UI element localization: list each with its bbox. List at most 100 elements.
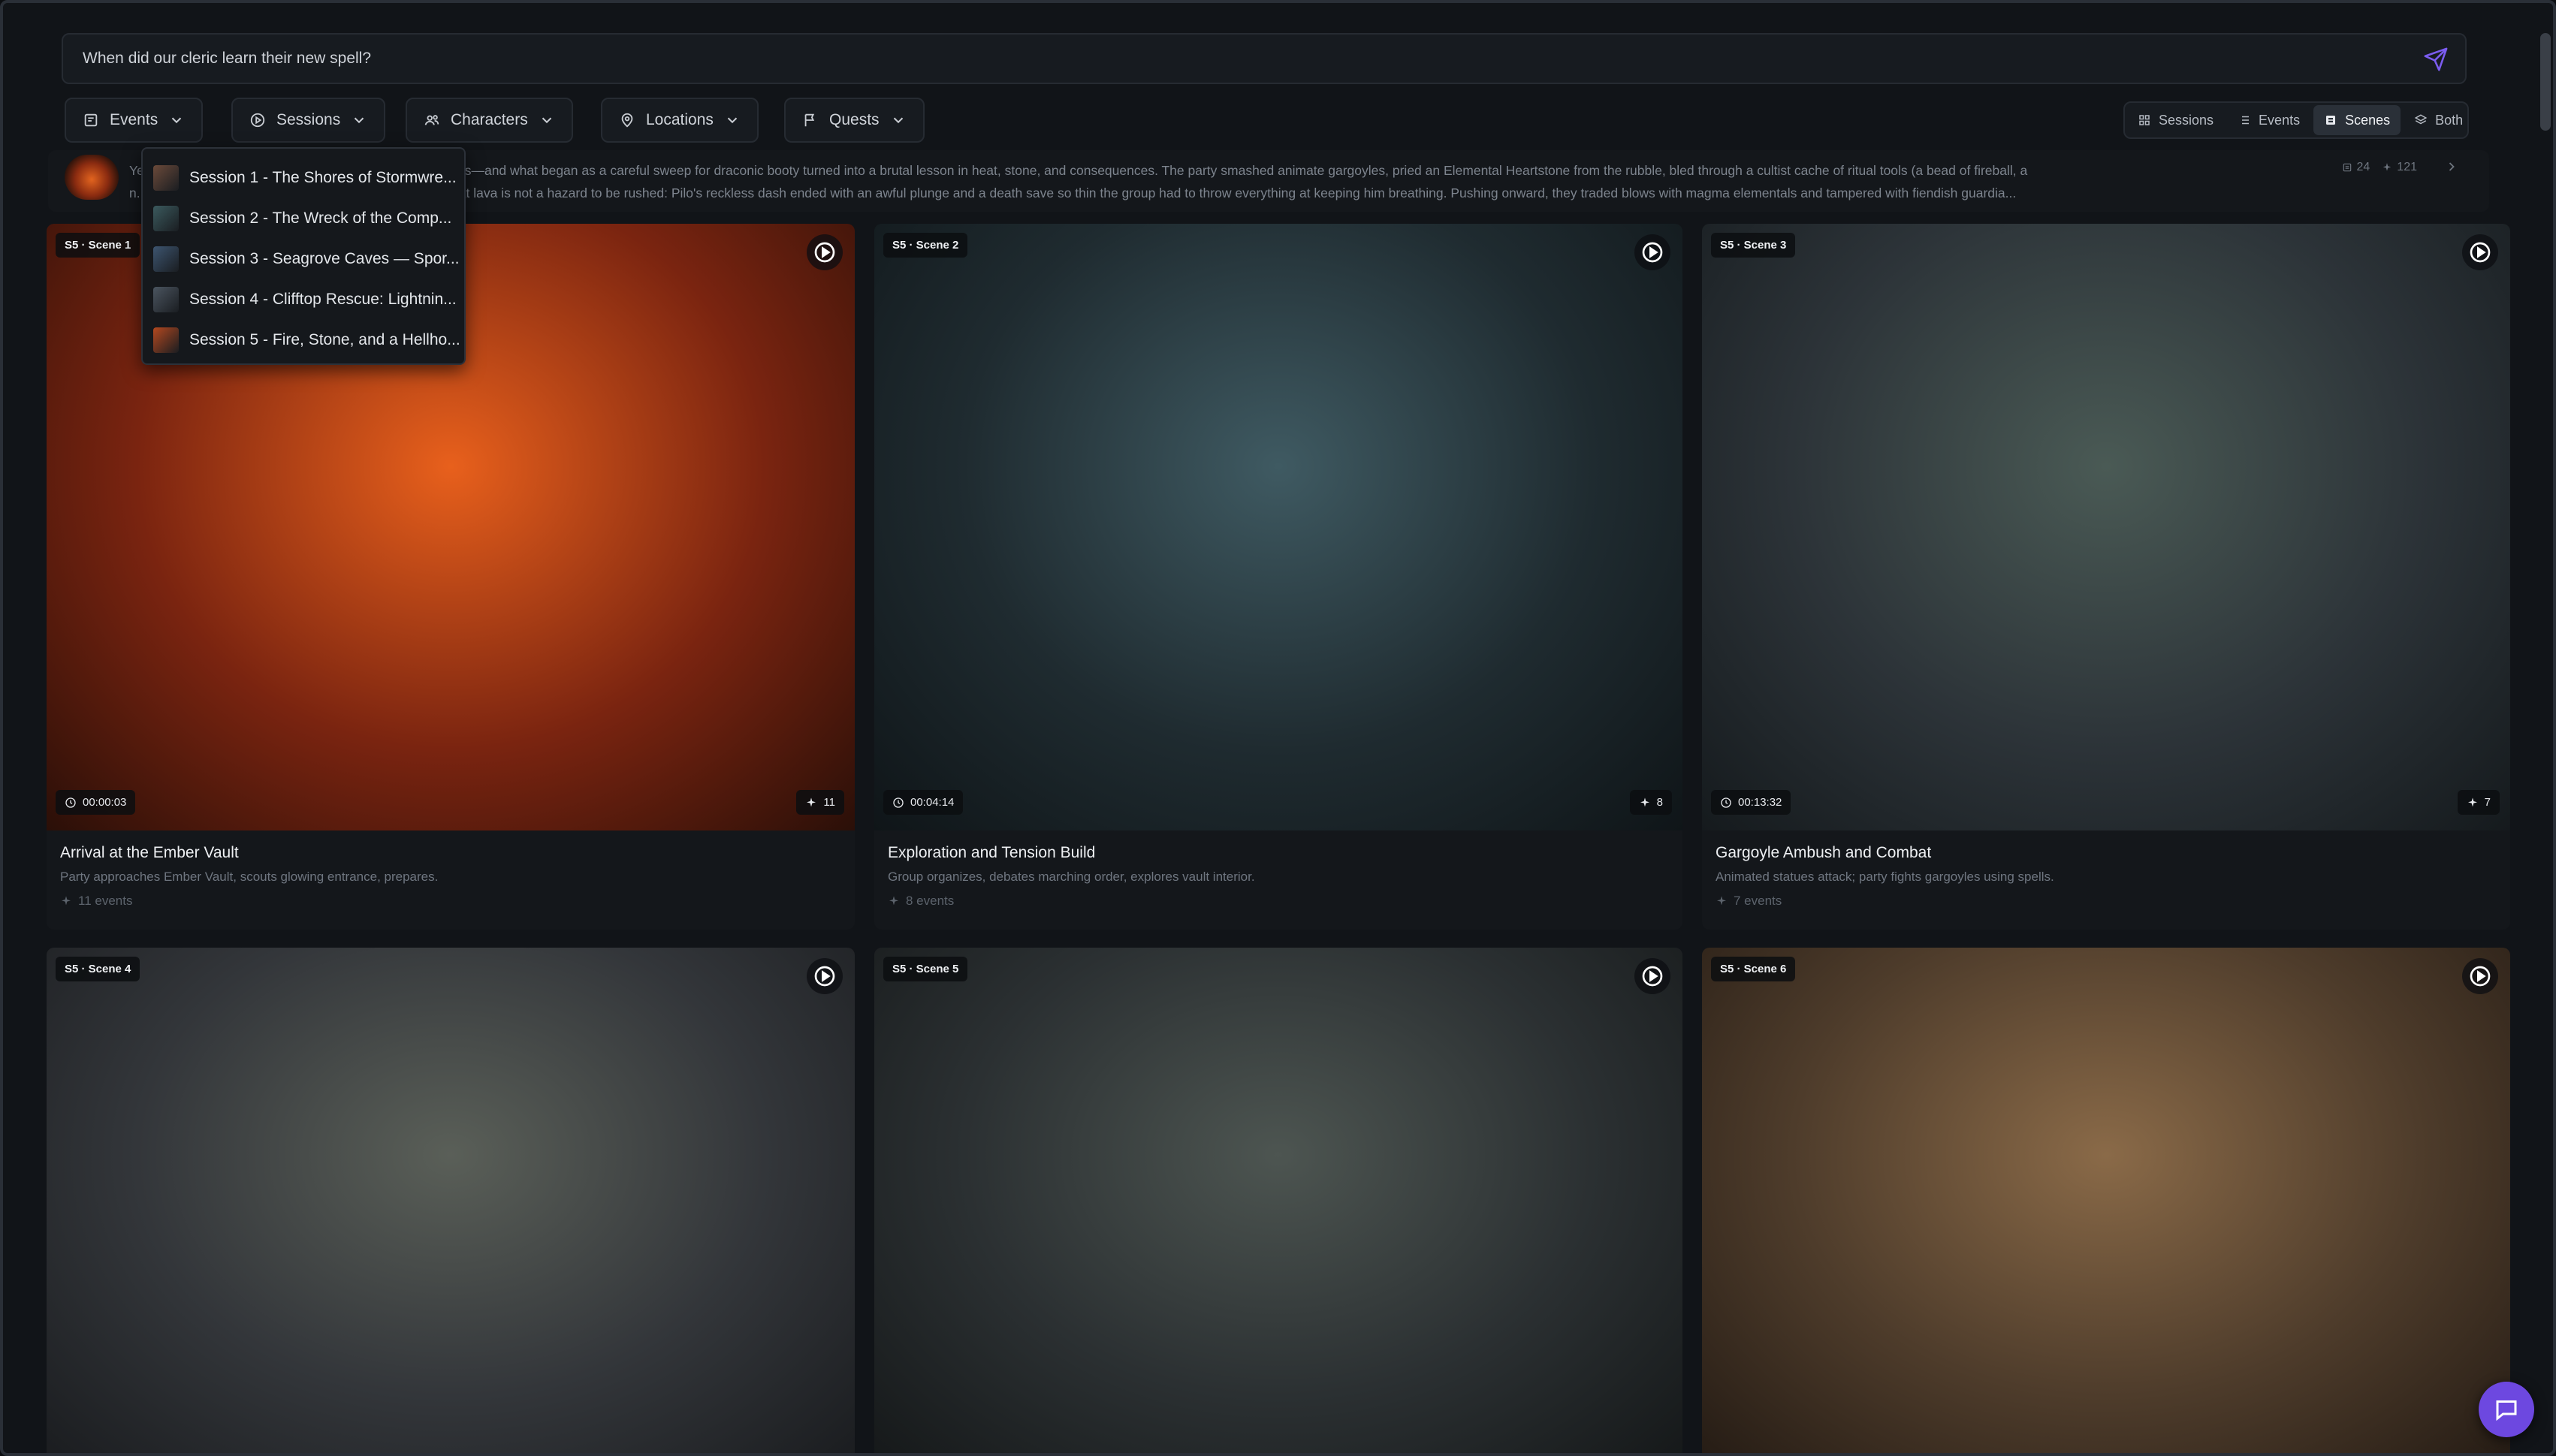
layers-icon <box>2414 114 2428 125</box>
play-button[interactable] <box>807 234 843 270</box>
play-icon <box>814 966 835 987</box>
sparkle-icon <box>62 896 71 906</box>
timestamp: 00:00:03 <box>83 796 127 809</box>
event-count-badge: 8 <box>1629 790 1672 815</box>
play-icon <box>814 242 835 263</box>
timestamp-badge: 00:13:32 <box>1711 790 1791 815</box>
app-window: Events Sessions Characters Locations Que… <box>0 0 2556 1456</box>
events-label: 8 events <box>906 894 955 908</box>
events-label: 7 events <box>1734 894 1782 908</box>
scene-description: Group organizes, debates marching order,… <box>888 870 1255 884</box>
scene-image <box>1702 948 2510 1453</box>
play-button[interactable] <box>2462 234 2498 270</box>
view-sessions-tab[interactable]: Sessions <box>2127 105 2224 135</box>
dropdown-item-session-3[interactable]: Session 3 - Seagrove Caves — Spor... <box>143 239 464 279</box>
search-input[interactable] <box>83 35 2381 83</box>
session-thumbnail <box>153 206 179 231</box>
timestamp: 00:04:14 <box>910 796 955 809</box>
view-label: Events <box>2259 112 2301 128</box>
flag-icon <box>804 113 815 127</box>
play-button[interactable] <box>1634 234 1670 270</box>
chevron-down-icon <box>171 117 182 124</box>
summary-stats: 24 121 <box>2342 161 2417 174</box>
filter-quests-button[interactable]: Quests <box>784 98 925 143</box>
scene-badge: S5 · Scene 4 <box>56 957 140 981</box>
view-events-tab[interactable]: Events <box>2227 105 2310 135</box>
timestamp-badge: 00:04:14 <box>883 790 964 815</box>
filter-label: Quests <box>829 111 880 128</box>
view-label: Both <box>2435 112 2464 128</box>
sparkle-icon <box>889 896 898 906</box>
scene-description: Animated statues attack; party fights ga… <box>1716 870 2054 884</box>
play-icon <box>2470 966 2491 987</box>
filter-label: Characters <box>451 111 528 128</box>
dropdown-item-session-5[interactable]: Session 5 - Fire, Stone, and a Hellho... <box>143 320 464 360</box>
dropdown-item-session-2[interactable]: Session 2 - The Wreck of the Comp... <box>143 198 464 239</box>
grid-icon <box>2139 115 2150 125</box>
scene-image <box>1702 224 2510 830</box>
scene-image <box>874 948 1682 1453</box>
filter-locations-button[interactable]: Locations <box>601 98 759 143</box>
dropdown-item-label: Session 5 - Fire, Stone, and a Hellho... <box>189 331 460 348</box>
scene-badge: S5 · Scene 1 <box>56 233 140 258</box>
timestamp: 00:13:32 <box>1738 796 1782 809</box>
scene-description: Party approaches Ember Vault, scouts glo… <box>60 870 439 884</box>
film-icon <box>2343 163 2351 172</box>
map-pin-icon <box>621 113 633 128</box>
dropdown-item-label: Session 2 - The Wreck of the Comp... <box>189 210 452 227</box>
play-icon <box>2470 242 2491 263</box>
chevron-down-icon <box>355 117 364 124</box>
play-button[interactable] <box>807 958 843 994</box>
filter-label: Events <box>110 111 158 128</box>
session-thumbnail <box>65 155 119 200</box>
scene-card[interactable]: S5 · Scene 4 <box>47 948 855 1453</box>
filter-events-button[interactable]: Events <box>65 98 204 143</box>
filter-sessions-button[interactable]: Sessions <box>231 98 386 143</box>
session-thumbnail <box>153 165 179 191</box>
search-bar <box>62 33 2467 84</box>
list-icon <box>2240 116 2250 125</box>
scene-card[interactable]: S5 · Scene 3 00:13:32 7 Gargoyle Ambush and… <box>1702 224 2510 930</box>
scene-card[interactable]: S5 · Scene 5 <box>874 948 1682 1453</box>
chevron-down-icon <box>727 117 738 124</box>
scene-events: 8 events <box>888 894 954 909</box>
scene-events: 11 events <box>60 894 132 909</box>
scene-events: 7 events <box>1716 894 1782 909</box>
event-count: 11 <box>823 796 835 809</box>
chat-button[interactable] <box>2479 1382 2534 1437</box>
filter-characters-button[interactable]: Characters <box>406 98 573 143</box>
scrollbar[interactable] <box>2540 33 2551 131</box>
send-icon[interactable] <box>2423 47 2449 72</box>
session-thumbnail <box>153 246 179 272</box>
view-label: Sessions <box>2159 112 2214 128</box>
chevron-right-icon[interactable] <box>2444 159 2459 174</box>
sparkle-icon <box>2467 797 2477 806</box>
view-scenes-tab[interactable]: Scenes <box>2313 105 2401 135</box>
summary-line-2: n... and an ashen veil) and then learned… <box>129 185 2017 200</box>
clock-icon <box>1721 797 1731 808</box>
users-icon <box>424 115 439 125</box>
play-button[interactable] <box>1634 958 1670 994</box>
clock-icon <box>65 797 76 808</box>
chat-icon <box>2496 1400 2517 1421</box>
dropdown-item-label: Session 3 - Seagrove Caves — Spor... <box>189 250 460 267</box>
scene-title: Exploration and Tension Build <box>888 844 1096 861</box>
chevron-down-icon <box>893 117 903 124</box>
event-count-badge: 11 <box>796 790 844 815</box>
sparkle-icon <box>1717 896 1726 906</box>
events-label: 11 events <box>78 894 133 908</box>
scene-card[interactable]: S5 · Scene 6 <box>1702 948 2510 1453</box>
dropdown-item-session-1[interactable]: Session 1 - The Shores of Stormwre... <box>143 158 464 198</box>
play-button[interactable] <box>2462 958 2498 994</box>
scene-card[interactable]: S5 · Scene 2 00:04:14 8 Exploration and Ten… <box>874 224 1682 930</box>
timestamp-badge: 00:00:03 <box>56 790 136 815</box>
view-both-tab[interactable]: Both <box>2404 105 2473 135</box>
calendar-icon <box>84 113 98 127</box>
view-label: Scenes <box>2345 112 2391 128</box>
scene-title: Gargoyle Ambush and Combat <box>1716 844 1932 861</box>
session-thumbnail <box>153 287 179 312</box>
dropdown-item-session-4[interactable]: Session 4 - Clifftop Rescue: Lightnin... <box>143 279 464 320</box>
sparkle-icon <box>1640 797 1649 806</box>
event-count: 7 <box>2484 796 2491 809</box>
session-summary-text: Ye... island's old malice and the echo o… <box>129 159 2405 206</box>
